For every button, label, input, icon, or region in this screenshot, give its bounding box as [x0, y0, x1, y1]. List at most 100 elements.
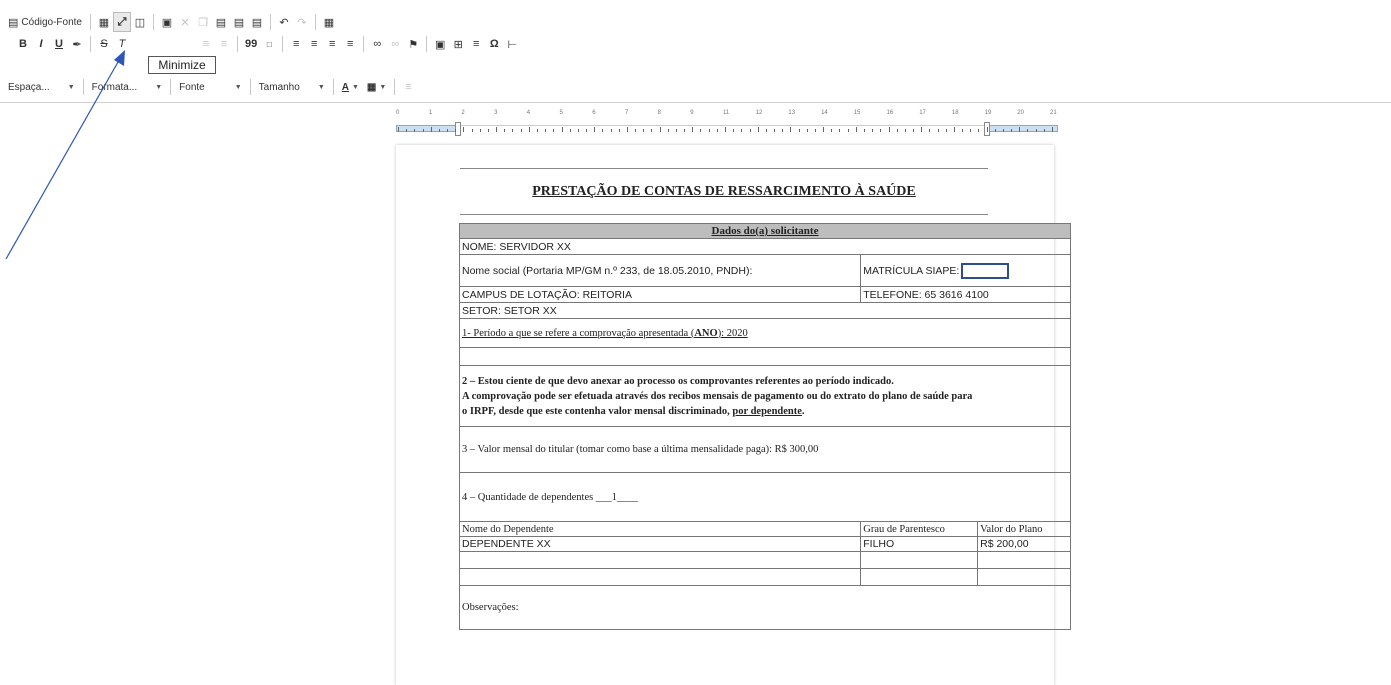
outdent-icon: ≡ — [202, 38, 210, 50]
text-direction-button[interactable]: ≡ — [399, 77, 417, 97]
item2-line3-link: por dependente — [732, 405, 802, 417]
toolbar-row-2: B I U ✒ S T ≡ ≡ 99 □ ≡ ≡ ≡ ≡ ∞ ∞ ⚑ ▣ ⊞ ≡… — [14, 33, 521, 55]
blank-row[interactable] — [459, 347, 1071, 366]
font-select[interactable]: Fonte ▼ — [175, 77, 246, 97]
ruler-tick — [1002, 129, 1004, 132]
copy-button[interactable]: ❐ — [194, 12, 212, 32]
horizontal-rule-button[interactable]: ≡ — [467, 34, 485, 54]
dep-row-1-grau[interactable]: FILHO — [860, 536, 979, 552]
special-char-button[interactable]: Ω — [485, 34, 503, 54]
paste-word-button[interactable]: ▤ — [248, 12, 266, 32]
setor-cell[interactable]: SETOR: SETOR XX — [459, 302, 1071, 319]
name-cell[interactable]: NOME: SERVIDOR XX — [459, 238, 1071, 255]
preview-icon: ▦ — [98, 16, 110, 29]
toolbar-separator — [363, 36, 365, 52]
format-painter-button[interactable]: ✒ — [68, 34, 86, 54]
table-button[interactable]: ⊞ — [449, 34, 467, 54]
ruler-tick — [414, 129, 416, 132]
dep-row-2-valor[interactable] — [977, 551, 1071, 569]
ruler-tick — [904, 129, 906, 132]
blockquote-button[interactable]: 99 — [242, 34, 260, 54]
item4-cell[interactable]: 4 – Quantidade de dependentes ___1____ — [459, 472, 1071, 522]
item2-cell[interactable]: 2 – Estou ciente de que devo anexar ao p… — [459, 365, 1071, 427]
indent-button[interactable]: ≡ — [215, 34, 233, 54]
toolbar-separator — [426, 36, 428, 52]
telefone-cell[interactable]: TELEFONE: 65 3616 4100 — [860, 286, 1071, 303]
form-button[interactable]: ▦ — [320, 12, 338, 32]
ruler-tick — [749, 129, 751, 132]
dep-row-2-grau[interactable] — [860, 551, 979, 569]
ruler-tick — [643, 129, 645, 132]
page-break-button[interactable]: ⊢ — [503, 34, 521, 54]
maximize-button[interactable]: ⤢ — [113, 12, 131, 32]
dep-row-2-name[interactable] — [458, 551, 862, 569]
unlink-button[interactable]: ∞ — [386, 34, 404, 54]
toolbar-separator — [90, 36, 91, 52]
show-blocks-button[interactable]: ◫ — [131, 12, 149, 32]
siape-input-box[interactable] — [961, 262, 1010, 279]
ruler-tick — [994, 129, 996, 132]
paste-text-button[interactable]: ▤ — [230, 12, 248, 32]
dep-row-1-name[interactable]: DEPENDENTE XX — [458, 536, 862, 552]
bold-button[interactable]: B — [14, 34, 32, 54]
ruler-tick — [855, 127, 857, 132]
align-center-button[interactable]: ≡ — [305, 34, 323, 54]
redo-icon: ↷ — [297, 16, 307, 29]
ruler-tick — [463, 127, 465, 132]
align-left-button[interactable]: ≡ — [287, 34, 305, 54]
align-right-button[interactable]: ≡ — [323, 34, 341, 54]
title-bottom-rule — [460, 214, 988, 215]
dep-row-1-valor[interactable]: R$ 200,00 — [977, 536, 1071, 552]
ruler-tick — [937, 129, 939, 132]
toolbar-separator — [282, 36, 284, 52]
observacoes-text: Observações: — [462, 602, 519, 613]
italic-button[interactable]: I — [32, 34, 50, 54]
social-name-cell[interactable]: Nome social (Portaria MP/GM n.º 233, de … — [458, 254, 862, 287]
spacing-select-label: Espaça... — [8, 81, 50, 93]
image-button[interactable]: ▣ — [431, 34, 449, 54]
source-button[interactable]: ▤ Código-Fonte — [4, 12, 86, 32]
item3-cell[interactable]: 3 – Valor mensal do titular (tomar como … — [459, 426, 1071, 473]
minimize-tooltip: Minimize — [148, 56, 216, 74]
paste-button[interactable]: ▤ — [212, 12, 230, 32]
show-blocks-icon: ◫ — [134, 16, 146, 29]
ruler-number: 18 — [951, 110, 959, 116]
campus-cell[interactable]: CAMPUS DE LOTAÇÃO: REITORIA — [458, 286, 862, 303]
underline-button[interactable]: U — [50, 34, 68, 54]
justify-button[interactable]: ≡ — [341, 34, 359, 54]
spacing-select[interactable]: Espaça... ▼ — [4, 77, 79, 97]
format-select[interactable]: Formata... ▼ — [88, 77, 167, 97]
ruler-tick — [553, 129, 555, 132]
bg-color-button[interactable]: ▦ ▼ — [363, 77, 390, 97]
ruler-tick — [880, 129, 882, 132]
undo-button[interactable]: ↶ — [275, 12, 293, 32]
text-color-button[interactable]: A ▼ — [338, 77, 363, 97]
redo-button[interactable]: ↷ — [293, 12, 311, 32]
item1-cell[interactable]: 1- Período a que se refere a comprovação… — [459, 318, 1071, 348]
ruler-tick — [953, 127, 955, 132]
save-button[interactable]: ▣ — [158, 12, 176, 32]
remove-format-button[interactable]: T — [113, 34, 131, 54]
section-header: Dados do(a) solicitante — [459, 223, 1071, 239]
observacoes-cell[interactable]: Observações: — [459, 585, 1071, 630]
div-button[interactable]: □ — [260, 34, 278, 54]
setor-text: SETOR: SETOR XX — [462, 304, 557, 317]
dep-row-3-grau[interactable] — [860, 568, 979, 586]
ruler-tick — [814, 129, 816, 132]
ruler-number: 8 — [657, 110, 661, 116]
outdent-button[interactable]: ≡ — [197, 34, 215, 54]
ruler-tick — [1043, 129, 1045, 132]
preview-button[interactable]: ▦ — [95, 12, 113, 32]
link-button[interactable]: ∞ — [368, 34, 386, 54]
strike-button[interactable]: S — [95, 34, 113, 54]
size-select[interactable]: Tamanho ▼ — [255, 77, 329, 97]
cut-button[interactable]: ✕ — [176, 12, 194, 32]
anchor-button[interactable]: ⚑ — [404, 34, 422, 54]
document-title: PRESTAÇÃO DE CONTAS DE RESSARCIMENTO À S… — [532, 184, 916, 199]
matricula-text: MATRÍCULA SIAPE: — [863, 264, 960, 277]
matricula-cell[interactable]: MATRÍCULA SIAPE: — [860, 254, 1071, 287]
dep-row-3-valor[interactable] — [977, 568, 1071, 586]
ruler-tick — [1011, 129, 1013, 132]
ruler-number: 15 — [853, 110, 861, 116]
dep-row-3-name[interactable] — [458, 568, 862, 586]
